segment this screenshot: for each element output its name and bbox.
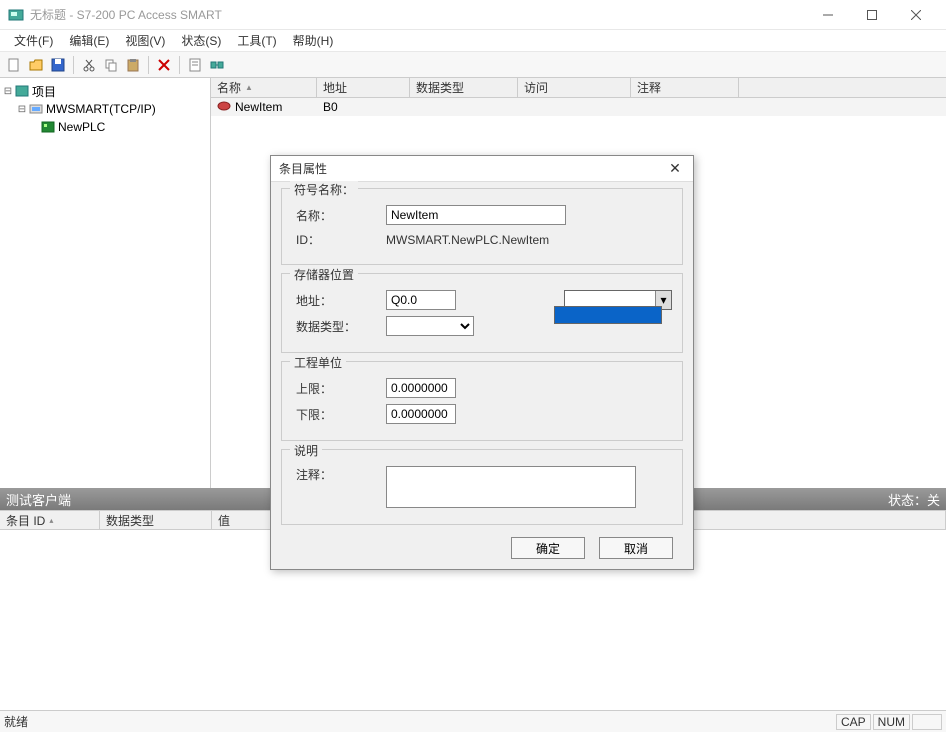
menu-status[interactable]: 状态(S) bbox=[173, 30, 229, 51]
dialog-titlebar[interactable]: 条目属性 ✕ bbox=[271, 156, 693, 182]
cancel-button[interactable]: 取消 bbox=[599, 537, 673, 559]
label-upper: 上限： bbox=[296, 380, 386, 397]
group-symbol: 符号名称： 名称： ID： MWSMART.NewPLC.NewItem bbox=[281, 188, 683, 265]
maximize-button[interactable] bbox=[850, 0, 894, 30]
window-title: 无标题 - S7-200 PC Access SMART bbox=[30, 6, 806, 23]
plc-icon bbox=[40, 120, 56, 134]
dropdown-option[interactable] bbox=[555, 307, 661, 323]
menu-tools[interactable]: 工具(T) bbox=[229, 30, 284, 51]
toolbar-separator bbox=[73, 56, 74, 74]
group-desc: 说明 注释： bbox=[281, 449, 683, 525]
item-properties-dialog: 条目属性 ✕ 符号名称： 名称： ID： MWSMART.NewPLC.NewI… bbox=[270, 155, 694, 570]
group-units: 工程单位 上限： 下限： bbox=[281, 361, 683, 441]
tree-label: 项目 bbox=[32, 83, 56, 100]
tree-panel: ⊟ 项目 ⊟ MWSMART(TCP/IP) NewPLC bbox=[0, 78, 211, 488]
col-access[interactable]: 访问 bbox=[518, 78, 631, 97]
grid-header: 名称▲ 地址 数据类型 访问 注释 bbox=[211, 78, 946, 98]
save-icon[interactable] bbox=[48, 55, 68, 75]
label-lower: 下限： bbox=[296, 406, 386, 423]
testclient-status: 状态：关 bbox=[888, 490, 940, 509]
menu-edit[interactable]: 编辑(E) bbox=[61, 30, 117, 51]
menubar: 文件(F) 编辑(E) 视图(V) 状态(S) 工具(T) 帮助(H) bbox=[0, 30, 946, 52]
label-id: ID： bbox=[296, 231, 386, 248]
tree-root-item[interactable]: ⊟ 项目 bbox=[2, 82, 208, 100]
group-legend: 工程单位 bbox=[290, 354, 346, 371]
properties-icon[interactable] bbox=[185, 55, 205, 75]
app-icon bbox=[8, 7, 24, 23]
label-addr: 地址： bbox=[296, 292, 386, 309]
sort-asc-icon: ▲ bbox=[245, 83, 253, 92]
menu-help[interactable]: 帮助(H) bbox=[285, 30, 342, 51]
grid-row[interactable]: NewItem B0 bbox=[211, 98, 946, 116]
statusbar: 就绪 CAP NUM bbox=[0, 710, 946, 732]
minimize-button[interactable] bbox=[806, 0, 850, 30]
device-icon bbox=[28, 102, 44, 116]
cap-indicator: CAP bbox=[836, 714, 871, 730]
group-legend: 说明 bbox=[290, 442, 322, 459]
connect-icon[interactable] bbox=[207, 55, 227, 75]
label-comment: 注释： bbox=[296, 466, 386, 483]
upper-input[interactable] bbox=[386, 378, 456, 398]
comment-textarea[interactable] bbox=[386, 466, 636, 508]
cut-icon[interactable] bbox=[79, 55, 99, 75]
name-input[interactable] bbox=[386, 205, 566, 225]
tc-col-type[interactable]: 数据类型 bbox=[100, 511, 212, 529]
item-name: NewItem bbox=[235, 100, 282, 114]
addr-input[interactable] bbox=[386, 290, 456, 310]
menu-file[interactable]: 文件(F) bbox=[6, 30, 61, 51]
item-addr: B0 bbox=[317, 100, 410, 114]
tree-label: NewPLC bbox=[58, 120, 105, 134]
col-type[interactable]: 数据类型 bbox=[410, 78, 518, 97]
paste-icon[interactable] bbox=[123, 55, 143, 75]
toolbar bbox=[0, 52, 946, 78]
group-legend: 符号名称： bbox=[290, 181, 358, 198]
status-indicator bbox=[912, 714, 942, 730]
project-icon bbox=[14, 84, 30, 98]
close-icon[interactable]: ✕ bbox=[665, 160, 685, 177]
datatype-select[interactable] bbox=[386, 316, 474, 336]
group-storage: 存储器位置 地址： ▾ 数据类型： bbox=[281, 273, 683, 353]
sort-asc-icon: ▴ bbox=[49, 516, 53, 525]
tree-label: MWSMART(TCP/IP) bbox=[46, 102, 156, 116]
label-name: 名称： bbox=[296, 207, 386, 224]
collapse-icon[interactable]: ⊟ bbox=[16, 104, 28, 115]
new-icon[interactable] bbox=[4, 55, 24, 75]
col-addr[interactable]: 地址 bbox=[317, 78, 410, 97]
menu-view[interactable]: 视图(V) bbox=[117, 30, 173, 51]
delete-icon[interactable] bbox=[154, 55, 174, 75]
num-indicator: NUM bbox=[873, 714, 910, 730]
label-datatype: 数据类型： bbox=[296, 318, 386, 335]
tree-node[interactable]: NewPLC bbox=[2, 118, 208, 136]
tc-col-id[interactable]: 条目 ID▴ bbox=[0, 511, 100, 529]
access-dropdown-list[interactable] bbox=[554, 306, 662, 324]
lower-input[interactable] bbox=[386, 404, 456, 424]
ok-button[interactable]: 确定 bbox=[511, 537, 585, 559]
status-text: 就绪 bbox=[4, 713, 834, 730]
id-value: MWSMART.NewPLC.NewItem bbox=[386, 233, 549, 247]
copy-icon[interactable] bbox=[101, 55, 121, 75]
toolbar-separator bbox=[148, 56, 149, 74]
close-button[interactable] bbox=[894, 0, 938, 30]
open-icon[interactable] bbox=[26, 55, 46, 75]
toolbar-separator bbox=[179, 56, 180, 74]
collapse-icon[interactable]: ⊟ bbox=[2, 86, 14, 97]
item-icon bbox=[217, 100, 231, 115]
titlebar: 无标题 - S7-200 PC Access SMART bbox=[0, 0, 946, 30]
col-comment[interactable]: 注释 bbox=[631, 78, 739, 97]
tree-node[interactable]: ⊟ MWSMART(TCP/IP) bbox=[2, 100, 208, 118]
col-name[interactable]: 名称▲ bbox=[211, 78, 317, 97]
group-legend: 存储器位置 bbox=[290, 266, 358, 283]
dialog-title: 条目属性 bbox=[279, 160, 665, 177]
